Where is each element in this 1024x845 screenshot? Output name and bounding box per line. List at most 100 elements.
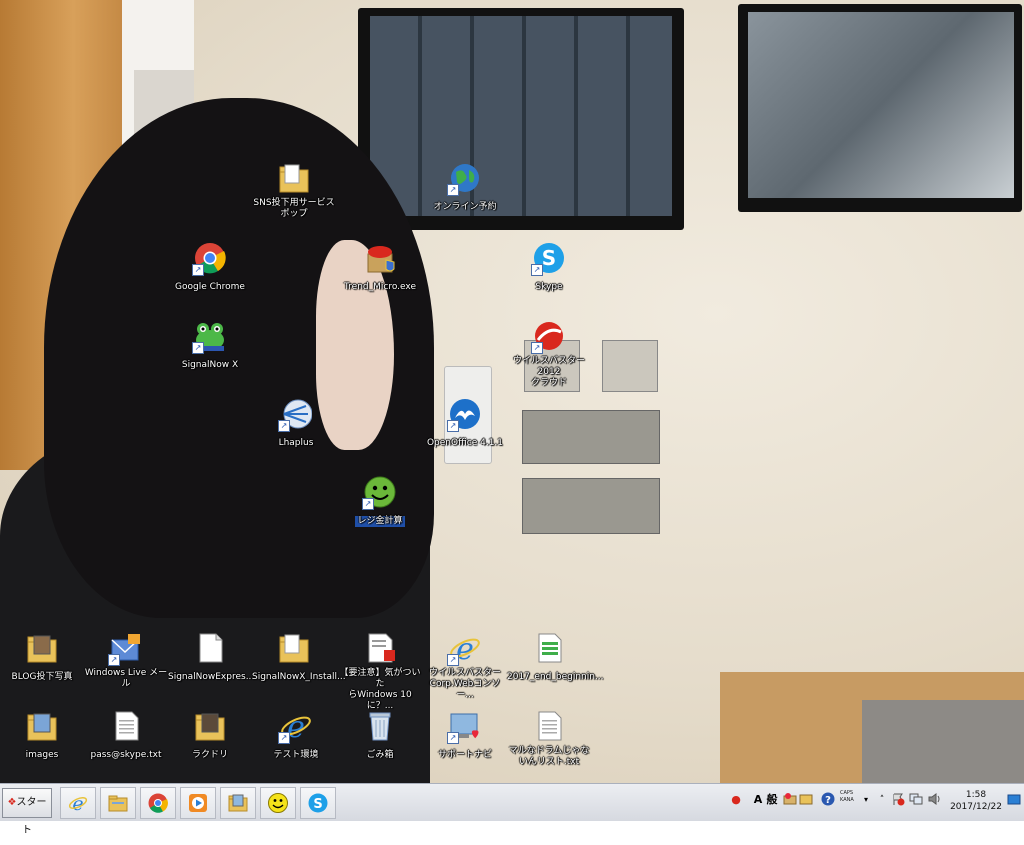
desktop-icon-trend-micro[interactable]: Trend_Micro.exe	[338, 242, 422, 293]
taskbar-pin-register-calc[interactable]	[260, 787, 296, 819]
desktop-icon-label: テスト環境	[273, 750, 319, 760]
desktop-icon-label: オンライン予約	[433, 202, 497, 212]
desktop-icon-label: Google Chrome	[175, 282, 245, 292]
desktop-icon-label: Windows Live メール	[84, 668, 168, 689]
ie-icon: e	[68, 793, 88, 813]
desktop-icon-2017-end-beginning[interactable]: 2017_end_beginnin...	[507, 632, 604, 683]
desktop-icon-signalnow-express[interactable]: SignalNowExpres...	[168, 632, 254, 683]
desktop-icon-label-selected: レジ金計算	[355, 516, 405, 527]
ie-icon: e ↗	[278, 710, 312, 745]
desktop-icon-blog-photos[interactable]: BLOG投下写真	[0, 632, 84, 683]
trend-micro-tray-icon[interactable]: ●	[728, 792, 744, 808]
chrome-icon: ↗	[192, 242, 226, 276]
help-icon[interactable]: ?	[820, 792, 836, 808]
shortcut-arrow-icon: ↗	[447, 654, 459, 666]
desktop-icon-virusbuster-2012[interactable]: ↗ ウイルスバスター2012 クラウド	[507, 320, 591, 389]
svg-text:e: e	[72, 793, 83, 813]
ime-tools-icon[interactable]	[782, 792, 798, 808]
spreadsheet-icon	[533, 632, 565, 664]
desktop-icon-windows10-pdf[interactable]: 【要注意】気がついた らWindows 10に？...	[338, 632, 422, 712]
recycle-bin-icon	[364, 710, 396, 742]
virusbuster-icon: ↗	[531, 320, 565, 354]
desktop-icon-online-reservation[interactable]: ↗ オンライン予約	[423, 162, 507, 213]
desktop-icon-label: ごみ箱	[366, 750, 394, 760]
shortcut-arrow-icon: ↗	[278, 420, 290, 432]
desktop-icon-google-chrome[interactable]: ↗ Google Chrome	[168, 242, 252, 293]
show-hidden-icons-chevron-icon[interactable]: ˄	[874, 792, 890, 808]
taskbar-pin-internet-explorer[interactable]: e	[60, 787, 96, 819]
shortcut-arrow-icon: ↗	[108, 654, 120, 666]
desktop-icon-signalnow-x[interactable]: ↗ SignalNow X	[168, 320, 252, 371]
skype-icon: S ↗	[531, 242, 565, 276]
desktop-icon-windows-live-mail[interactable]: ↗ Windows Live メール	[84, 632, 168, 690]
desktop-icon-label: Lhaplus	[278, 438, 314, 448]
skype-icon: S	[308, 793, 328, 813]
desktop-icon-rakudori[interactable]: ラクドリ	[168, 710, 252, 761]
lhaplus-icon: ↗	[278, 398, 313, 432]
desktop-icon-test-environment[interactable]: e ↗ テスト環境	[254, 710, 338, 761]
desktop-icon-recycle-bin[interactable]: ごみ箱	[338, 710, 422, 761]
clock[interactable]: 1:58 2017/12/22	[946, 789, 1006, 813]
show-desktop-icon[interactable]	[1006, 792, 1022, 808]
desktop-icon-label: SignalNowX_Install...	[252, 672, 346, 682]
desktop-icon-label: ラクドリ	[191, 750, 228, 760]
taskbar-pin-explorer[interactable]	[100, 787, 136, 819]
ime-dictionary-indicator[interactable]: 般	[764, 792, 780, 808]
wallpaper-switch-panel	[522, 410, 660, 464]
caps-lock-indicator: CAPS	[840, 790, 854, 796]
taskbar: ❖スタート e S ● A 般 ? CAPS KANA ▾ ˄ 1:58 201…	[0, 783, 1024, 836]
desktop-icon-support-navi[interactable]: ↗ サポートナビ	[423, 710, 507, 761]
pdf-icon	[364, 632, 396, 664]
desktop-icon-lhaplus[interactable]: ↗ Lhaplus	[254, 398, 338, 449]
desktop-icon-virusbuster-corp[interactable]: e ↗ ウイルスバスター Corp.Webコンソー...	[423, 632, 507, 701]
shortcut-arrow-icon: ↗	[362, 498, 374, 510]
globe-icon: ↗	[447, 162, 481, 196]
taskbar-pin-media-player[interactable]	[180, 787, 216, 819]
windows-live-mail-icon: ↗	[108, 632, 142, 666]
desktop-icon-signalnowx-install[interactable]: SignalNowX_Install...	[252, 632, 346, 683]
desktop-icon-label: OpenOffice 4.1.1	[426, 438, 504, 448]
taskbar-pin-skype[interactable]: S	[300, 787, 336, 819]
desktop-icon-label: images	[25, 750, 59, 760]
start-button[interactable]: ❖スタート	[2, 788, 52, 836]
svg-text:S: S	[542, 246, 556, 270]
folder-icon	[278, 632, 310, 664]
clock-time: 1:58	[965, 790, 987, 800]
desktop-icon-label: SNS投下用サービス ポップ	[253, 198, 335, 219]
media-player-icon	[189, 794, 207, 812]
desktop-icon-label: Skype	[535, 282, 563, 292]
shortcut-arrow-icon: ↗	[192, 342, 204, 354]
chrome-icon	[148, 793, 168, 813]
taskbar-pin-chrome[interactable]	[140, 787, 176, 819]
desktop-icon-sns-folder[interactable]: SNS投下用サービス ポップ	[252, 162, 336, 220]
folder-icon	[278, 162, 310, 194]
network-icon[interactable]	[908, 792, 924, 808]
volume-icon[interactable]	[926, 792, 942, 808]
desktop-icon-openoffice[interactable]: ↗ OpenOffice 4.1.1	[423, 398, 507, 449]
wallpaper-thermostat	[602, 340, 658, 392]
taskbar-pin-folder[interactable]	[220, 787, 256, 819]
desktop-icon-pass-skype-txt[interactable]: pass@skype.txt	[84, 710, 168, 761]
ime-pad-icon[interactable]	[798, 792, 814, 808]
ie-icon: e ↗	[447, 632, 481, 667]
smiley-icon	[268, 793, 288, 813]
folder-icon	[26, 632, 58, 664]
text-file-icon	[110, 710, 142, 742]
desktop-icon-images[interactable]: images	[0, 710, 84, 761]
ime-options-chevron-icon[interactable]: ▾	[858, 792, 874, 808]
desktop-icon-register-calc[interactable]: ↗ レジ金計算	[338, 476, 422, 527]
shortcut-arrow-icon: ↗	[447, 732, 459, 744]
clock-date: 2017/12/22	[950, 802, 1002, 812]
wallpaper-monitor-right-screen	[748, 12, 1014, 198]
kana-lock-indicator: KANA	[840, 797, 854, 803]
folder-icon	[228, 794, 248, 812]
desktop[interactable]: SNS投下用サービス ポップ ↗ オンライン予約 ↗ Google Chrome…	[0, 0, 1024, 783]
action-center-flag-icon[interactable]	[890, 792, 906, 808]
desktop-icon-drum-list-txt[interactable]: マルなドラムじゃな いんリスト.txt	[507, 710, 591, 768]
text-file-icon	[533, 710, 565, 742]
shortcut-arrow-icon: ↗	[192, 264, 204, 276]
desktop-icon-skype[interactable]: S ↗ Skype	[507, 242, 591, 293]
wallpaper-switch-panel	[522, 478, 660, 534]
wallpaper-desk-device	[862, 700, 1024, 783]
desktop-icon-label: SignalNow X	[181, 360, 239, 370]
